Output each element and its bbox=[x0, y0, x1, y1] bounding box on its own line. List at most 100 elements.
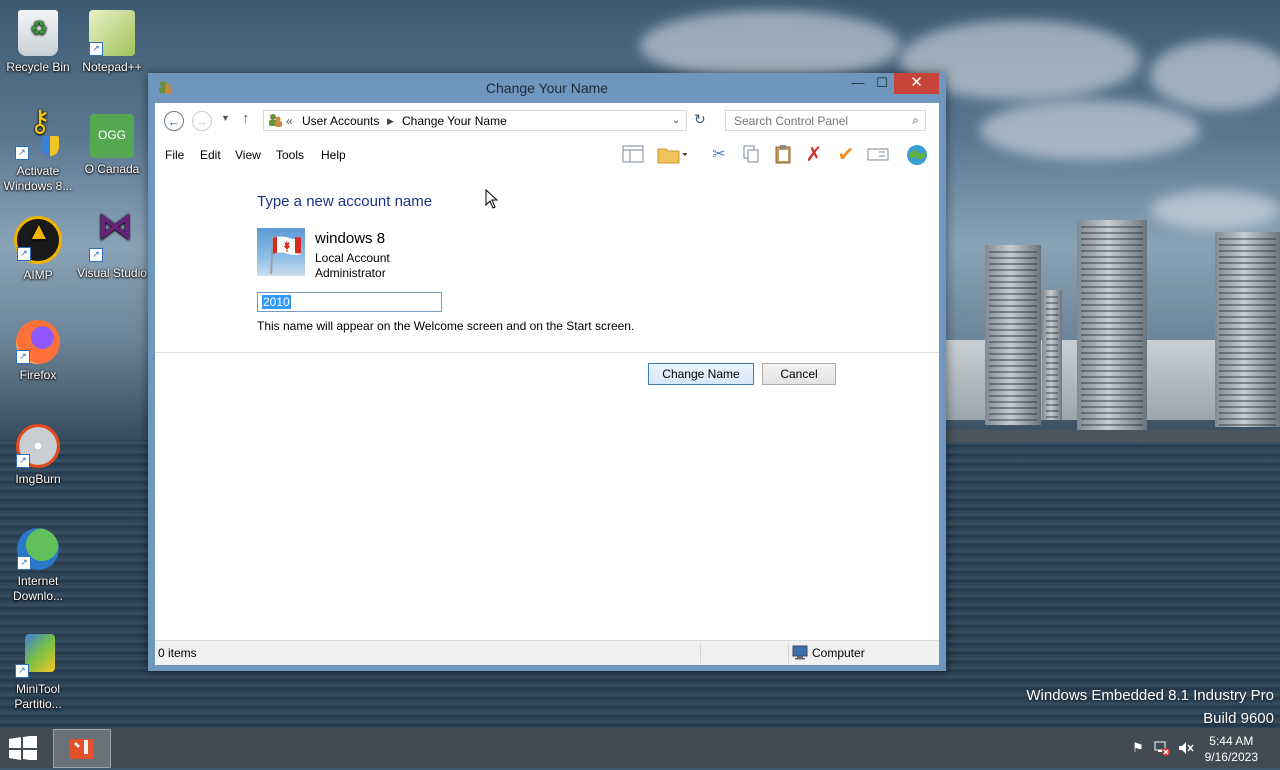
maximize-icon: ☐ bbox=[876, 75, 888, 90]
delete-button[interactable]: ✗ bbox=[803, 144, 825, 166]
breadcrumb-separator-icon[interactable]: ▶ bbox=[387, 116, 394, 127]
address-dropdown-icon[interactable]: ⌄ bbox=[672, 115, 680, 126]
back-button[interactable]: ← bbox=[164, 111, 184, 131]
back-arrow-icon: ← bbox=[167, 114, 181, 129]
desktop-icon-firefox[interactable]: ↗ Firefox bbox=[0, 320, 76, 383]
name-hint: This name will appear on the Welcome scr… bbox=[257, 319, 635, 333]
desktop-icon-label: AIMP bbox=[23, 268, 53, 282]
windows-logo-icon bbox=[9, 735, 37, 761]
cut-button[interactable]: ✂ bbox=[708, 144, 730, 166]
start-button[interactable] bbox=[8, 735, 40, 761]
search-icon[interactable]: ⌕ bbox=[912, 113, 919, 128]
change-name-button[interactable]: Change Name bbox=[648, 363, 754, 385]
breadcrumb-overflow[interactable]: « bbox=[286, 114, 293, 128]
windows-version-watermark: Windows Embedded 8.1 Industry Pro Build … bbox=[1026, 684, 1274, 730]
user-avatar bbox=[257, 228, 305, 276]
checkmark-icon: ✔ bbox=[837, 144, 855, 166]
window-title: Change Your Name bbox=[485, 80, 609, 96]
layout-pane-icon bbox=[622, 145, 644, 163]
status-separator bbox=[788, 643, 789, 663]
new-name-input[interactable]: 2010 bbox=[257, 292, 442, 312]
status-bar: 0 items Computer bbox=[155, 640, 939, 665]
menu-toolbar-row: File Edit View Tools Help ✂ ✗ ✔ bbox=[155, 139, 939, 171]
file-type-badge: OGG bbox=[97, 128, 126, 142]
action-center-flag-icon[interactable]: ⚑ bbox=[1130, 740, 1146, 756]
rename-icon bbox=[867, 148, 889, 161]
recycle-bin-icon: ♻ bbox=[18, 10, 58, 56]
menu-view[interactable]: View bbox=[235, 148, 261, 162]
close-button[interactable]: ✕ bbox=[894, 73, 939, 94]
recent-locations-button[interactable]: ▼ bbox=[221, 113, 230, 123]
delete-x-icon: ✗ bbox=[805, 144, 823, 166]
content-divider bbox=[155, 352, 939, 353]
search-box[interactable]: ⌕ bbox=[725, 110, 926, 131]
shortcut-arrow-icon: ↗ bbox=[16, 350, 30, 364]
audio-file-icon: OGG bbox=[90, 114, 134, 158]
control-panel-user-icon bbox=[267, 113, 283, 131]
properties-button[interactable]: ✔ bbox=[835, 144, 857, 166]
menu-help[interactable]: Help bbox=[321, 148, 346, 162]
search-input[interactable] bbox=[726, 111, 909, 130]
shortcut-arrow-icon: ↗ bbox=[17, 556, 31, 570]
download-globe-icon: ↗ bbox=[17, 528, 59, 570]
desktop-icon-label: O Canada bbox=[84, 162, 140, 176]
menu-tools[interactable]: Tools bbox=[276, 148, 304, 162]
volume-muted-icon[interactable] bbox=[1178, 740, 1194, 756]
up-arrow-icon: ↑ bbox=[242, 110, 250, 127]
desktop-icon-activate-windows[interactable]: ⚷ ↗ Activate Windows 8... bbox=[0, 107, 76, 194]
rename-button[interactable] bbox=[867, 144, 889, 166]
account-name: windows 8 bbox=[315, 230, 386, 247]
menu-file[interactable]: File bbox=[165, 148, 184, 162]
forward-button[interactable]: → bbox=[192, 111, 212, 131]
desktop-icon-aimp[interactable]: ▲ ↗ AIMP bbox=[0, 216, 76, 283]
key-shield-icon: ⚷ ↗ bbox=[15, 107, 61, 160]
shortcut-arrow-icon: ↗ bbox=[15, 664, 29, 678]
address-bar[interactable]: « User Accounts ▶ Change Your Name ⌄ bbox=[263, 110, 687, 131]
clock-date: 9/16/2023 bbox=[1204, 750, 1258, 764]
watermark-edition: Windows Embedded 8.1 Industry Pro bbox=[1026, 687, 1274, 704]
copy-button[interactable] bbox=[740, 144, 762, 166]
network-disconnected-icon[interactable] bbox=[1154, 740, 1170, 756]
breadcrumb-user-accounts[interactable]: User Accounts bbox=[302, 114, 379, 128]
disc-flame-icon: ↗ bbox=[16, 424, 60, 468]
desktop-icon-o-canada[interactable]: OGG O Canada bbox=[74, 114, 150, 177]
desktop-icon-recycle-bin[interactable]: ♻ Recycle Bin bbox=[0, 10, 76, 75]
globe-icon bbox=[907, 145, 927, 165]
desktop-icon-label: Visual Studio bbox=[77, 266, 147, 280]
clipboard-icon bbox=[775, 145, 791, 164]
status-separator bbox=[700, 643, 701, 663]
desktop-icon-label: Notepad++ bbox=[82, 60, 142, 74]
menu-edit[interactable]: Edit bbox=[200, 148, 221, 162]
layout-pane-button[interactable] bbox=[622, 144, 644, 166]
aimp-icon: ▲ ↗ bbox=[14, 216, 62, 264]
account-type: Local Account bbox=[315, 251, 390, 265]
desktop-icon-label: MiniTool Partitio... bbox=[14, 682, 62, 711]
scissors-icon: ✂ bbox=[712, 146, 726, 163]
maximize-button[interactable]: ☐ bbox=[872, 73, 892, 94]
system-clock[interactable]: 5:44 AM 9/16/2023 bbox=[1205, 733, 1258, 765]
desktop-icon-notepad-plus-plus[interactable]: ↗ Notepad++ bbox=[74, 10, 150, 75]
internet-options-button[interactable] bbox=[906, 144, 928, 166]
breadcrumb-change-your-name[interactable]: Change Your Name bbox=[402, 114, 507, 128]
forward-arrow-icon: → bbox=[195, 114, 209, 129]
taskbar-app-user-accounts[interactable] bbox=[53, 729, 111, 768]
up-button[interactable]: ↑ bbox=[242, 110, 250, 127]
desktop-icon-internet-download-manager[interactable]: ↗ Internet Downlo... bbox=[0, 528, 76, 604]
refresh-button[interactable]: ↻ bbox=[694, 111, 706, 128]
title-bar[interactable]: Change Your Name — ☐ ✕ bbox=[148, 73, 946, 103]
cancel-button[interactable]: Cancel bbox=[762, 363, 836, 385]
desktop-icon-minitool-partition[interactable]: ↗ MiniTool Partitio... bbox=[0, 632, 76, 712]
desktop-icon-imgburn[interactable]: ↗ ImgBurn bbox=[0, 424, 76, 487]
desktop-icon-label: Firefox bbox=[19, 368, 57, 382]
paste-button[interactable] bbox=[772, 144, 794, 166]
shortcut-arrow-icon: ↗ bbox=[15, 146, 29, 160]
shortcut-arrow-icon: ↗ bbox=[17, 247, 31, 261]
desktop-icon-visual-studio[interactable]: ⋈ ↗ Visual Studio bbox=[74, 208, 150, 281]
minimize-button[interactable]: — bbox=[844, 73, 872, 94]
desktop-icon-label: ImgBurn bbox=[15, 472, 61, 486]
new-folder-button[interactable] bbox=[657, 144, 688, 166]
change-name-window: Change Your Name — ☐ ✕ ← → ▼ ↑ « User Ac… bbox=[148, 73, 946, 671]
refresh-icon: ↻ bbox=[694, 111, 706, 127]
taskbar: ⚑ 5:44 AM 9/16/2023 bbox=[0, 728, 1280, 768]
page-heading: Type a new account name bbox=[257, 193, 433, 210]
